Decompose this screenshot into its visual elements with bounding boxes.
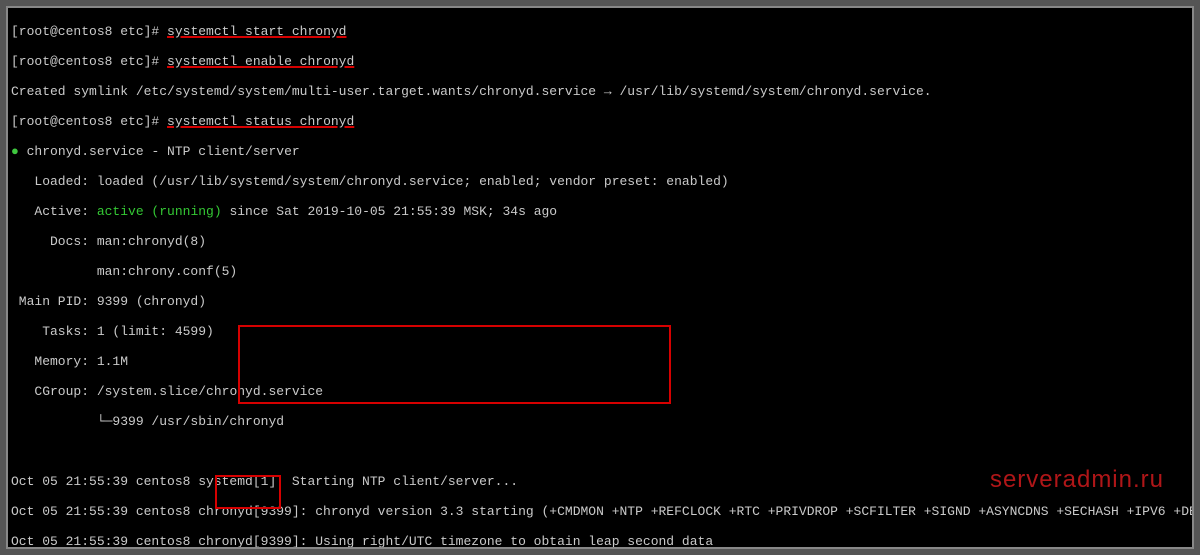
- terminal-window[interactable]: [root@centos8 etc]# systemctl start chro…: [6, 6, 1194, 549]
- prompt: [root@centos8 etc]#: [11, 114, 159, 129]
- pid-value: 9399 (chronyd): [89, 294, 206, 309]
- active-since: since Sat 2019-10-05 21:55:39 MSK; 34s a…: [222, 204, 557, 219]
- log-line: Oct 05 21:55:39 centos8 systemd[1]: Star…: [11, 474, 518, 489]
- prompt: [root@centos8 etc]#: [11, 54, 159, 69]
- cgroup-label: CGroup:: [11, 384, 89, 399]
- memory-value: 1.1M: [89, 354, 128, 369]
- cgroup-tree: └─9399 /usr/sbin/chronyd: [11, 414, 284, 429]
- tasks-value: 1 (limit: 4599): [89, 324, 214, 339]
- tasks-label: Tasks:: [11, 324, 89, 339]
- docs-value: man:chronyd(8): [89, 234, 206, 249]
- docs-value-2: man:chrony.conf(5): [11, 264, 237, 279]
- command-enable: systemctl enable chronyd: [167, 54, 354, 69]
- symlink-output: Created symlink /etc/systemd/system/mult…: [11, 84, 932, 99]
- cgroup-value: /system.slice/chronyd.service: [89, 384, 323, 399]
- loaded-label: Loaded:: [11, 174, 89, 189]
- pid-label: Main PID:: [11, 294, 89, 309]
- loaded-value: loaded (/usr/lib/systemd/system/chronyd.…: [89, 174, 729, 189]
- prompt: [root@centos8 etc]#: [11, 24, 159, 39]
- log-line: Oct 05 21:55:39 centos8 chronyd[9399]: c…: [11, 504, 1194, 519]
- active-label: Active:: [11, 204, 97, 219]
- active-state: active (running): [97, 204, 222, 219]
- command-start: systemctl start chronyd: [167, 24, 346, 39]
- docs-label: Docs:: [11, 234, 89, 249]
- status-bullet-icon: ●: [11, 144, 19, 159]
- memory-label: Memory:: [11, 354, 89, 369]
- service-header: chronyd.service - NTP client/server: [27, 144, 300, 159]
- command-status: systemctl status chronyd: [167, 114, 354, 129]
- log-line: Oct 05 21:55:39 centos8 chronyd[9399]: U…: [11, 534, 713, 549]
